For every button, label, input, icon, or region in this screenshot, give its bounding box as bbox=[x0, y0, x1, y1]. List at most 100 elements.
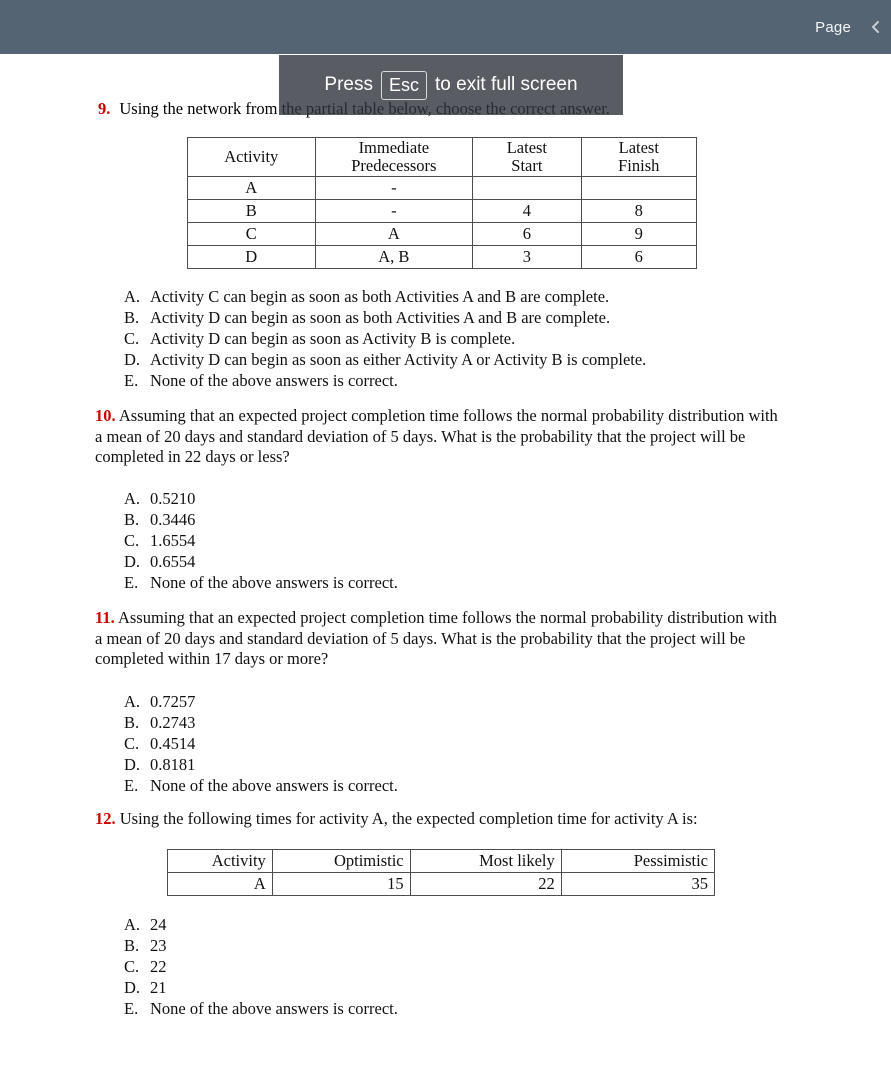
cell-optimistic: 15 bbox=[271, 872, 411, 896]
option-c[interactable]: C. 22 bbox=[124, 956, 398, 977]
option-d[interactable]: D. Activity D can begin as soon as eithe… bbox=[124, 349, 646, 370]
option-d-text: Activity D can begin as soon as either A… bbox=[150, 350, 647, 369]
th-activity: Activity bbox=[167, 849, 273, 873]
cell-latest-finish: 9 bbox=[580, 222, 698, 246]
page-label: Page bbox=[815, 18, 851, 36]
th-predecessors-line1: Immediate bbox=[358, 138, 430, 157]
option-e[interactable]: E. None of the above answers is correct. bbox=[124, 572, 398, 593]
option-d-letter: D. bbox=[124, 755, 141, 774]
option-c[interactable]: C. 0.4514 bbox=[124, 733, 398, 754]
option-e-letter: E. bbox=[124, 573, 139, 592]
esc-key-badge: Esc bbox=[380, 70, 427, 100]
question-12-options: A. 24 B. 23 C. 22 D. 21 E. None of the a… bbox=[124, 914, 398, 1019]
question-11-options: A. 0.7257 B. 0.2743 C. 0.4514 D. 0.8181 … bbox=[124, 691, 398, 796]
question-9-options: A. Activity C can begin as soon as both … bbox=[124, 286, 646, 391]
option-e-letter: E. bbox=[124, 776, 139, 795]
option-c-text: Activity D can begin as soon as Activity… bbox=[150, 329, 516, 348]
option-c[interactable]: C. 1.6554 bbox=[124, 530, 398, 551]
option-d[interactable]: D. 0.8181 bbox=[124, 754, 398, 775]
option-b[interactable]: B. 0.3446 bbox=[124, 509, 398, 530]
question-12-text: Using the following times for activity A… bbox=[119, 809, 698, 828]
option-c[interactable]: C. Activity D can begin as soon as Activ… bbox=[124, 328, 646, 349]
cell-predecessors: A bbox=[314, 222, 474, 246]
option-e[interactable]: E. None of the above answers is correct. bbox=[124, 775, 398, 796]
option-d[interactable]: D. 0.6554 bbox=[124, 551, 398, 572]
option-b-letter: B. bbox=[124, 713, 140, 732]
option-d-letter: D. bbox=[124, 552, 141, 571]
option-a[interactable]: A. Activity C can begin as soon as both … bbox=[124, 286, 646, 307]
option-e[interactable]: E. None of the above answers is correct. bbox=[124, 370, 646, 391]
option-b-text: 0.3446 bbox=[150, 510, 196, 529]
th-latest-finish-line1: Latest bbox=[618, 138, 659, 157]
cell-predecessors: - bbox=[314, 199, 474, 223]
cell-most-likely: 22 bbox=[409, 872, 562, 896]
th-latest-start-line2: Start bbox=[511, 156, 543, 175]
option-a-text: 24 bbox=[150, 915, 167, 934]
cell-predecessors: - bbox=[314, 176, 474, 200]
option-b-letter: B. bbox=[124, 936, 140, 955]
option-d-text: 21 bbox=[150, 978, 167, 997]
option-b[interactable]: B. 0.2743 bbox=[124, 712, 398, 733]
option-a-letter: A. bbox=[124, 287, 141, 306]
cell-activity: A bbox=[167, 872, 273, 896]
viewer-toolbar: Page bbox=[0, 0, 891, 54]
question-10-prompt: 10. Assuming that an expected project co… bbox=[95, 406, 785, 468]
question-12-number: 12. bbox=[95, 809, 116, 828]
option-e[interactable]: E. None of the above answers is correct. bbox=[124, 998, 398, 1019]
option-c-text: 22 bbox=[150, 957, 167, 976]
th-latest-finish-line2: Finish bbox=[618, 156, 660, 175]
cell-latest-start: 3 bbox=[472, 245, 582, 269]
th-pessimistic: Pessimistic bbox=[560, 849, 716, 873]
th-latest-start: Latest Start bbox=[472, 137, 582, 177]
option-a[interactable]: A. 0.5210 bbox=[124, 488, 398, 509]
table-row: C A 6 9 bbox=[187, 222, 698, 246]
option-b-text: 23 bbox=[150, 936, 167, 955]
question-10-options: A. 0.5210 B. 0.3446 C. 1.6554 D. 0.6554 … bbox=[124, 488, 398, 593]
option-d[interactable]: D. 21 bbox=[124, 977, 398, 998]
question-11-text: Assuming that an expected project comple… bbox=[95, 608, 777, 668]
option-c-text: 1.6554 bbox=[150, 531, 196, 550]
table-header-row: Activity Immediate Predecessors Latest S… bbox=[187, 137, 698, 177]
table-row: B - 4 8 bbox=[187, 199, 698, 223]
question-9-number: 9. bbox=[98, 99, 111, 118]
chevron-left-icon[interactable] bbox=[865, 14, 887, 40]
th-optimistic: Optimistic bbox=[271, 849, 411, 873]
option-a-text: 0.5210 bbox=[150, 489, 196, 508]
question-10-number: 10. bbox=[95, 406, 116, 425]
toast-prefix-text: Press bbox=[324, 74, 373, 95]
option-c-letter: C. bbox=[124, 531, 140, 550]
cell-latest-start: 6 bbox=[472, 222, 582, 246]
cell-latest-finish: 6 bbox=[580, 245, 698, 269]
th-activity: Activity bbox=[187, 137, 316, 177]
toast-suffix-text: to exit full screen bbox=[435, 74, 578, 95]
pert-table: Activity Optimistic Most likely Pessimis… bbox=[167, 849, 716, 896]
cell-predecessors: A, B bbox=[314, 245, 474, 269]
option-d-text: 0.6554 bbox=[150, 552, 196, 571]
option-c-text: 0.4514 bbox=[150, 734, 196, 753]
option-b-letter: B. bbox=[124, 308, 140, 327]
option-b[interactable]: B. Activity D can begin as soon as both … bbox=[124, 307, 646, 328]
option-a-text: Activity C can begin as soon as both Act… bbox=[150, 287, 610, 306]
table-row: A 15 22 35 bbox=[167, 872, 716, 896]
option-c-letter: C. bbox=[124, 734, 140, 753]
option-a-letter: A. bbox=[124, 915, 141, 934]
question-12-prompt: 12. Using the following times for activi… bbox=[95, 809, 785, 830]
cell-activity: C bbox=[187, 222, 316, 246]
th-most-likely: Most likely bbox=[409, 849, 562, 873]
option-e-letter: E. bbox=[124, 371, 139, 390]
option-d-letter: D. bbox=[124, 978, 141, 997]
option-a-letter: A. bbox=[124, 692, 141, 711]
option-b[interactable]: B. 23 bbox=[124, 935, 398, 956]
fullscreen-exit-toast: Press Esc to exit full screen bbox=[279, 55, 623, 115]
option-d-letter: D. bbox=[124, 350, 141, 369]
table-header-row: Activity Optimistic Most likely Pessimis… bbox=[167, 849, 716, 873]
option-a[interactable]: A. 0.7257 bbox=[124, 691, 398, 712]
option-a[interactable]: A. 24 bbox=[124, 914, 398, 935]
option-e-text: None of the above answers is correct. bbox=[150, 371, 398, 390]
option-c-letter: C. bbox=[124, 957, 140, 976]
cell-latest-finish: 8 bbox=[580, 199, 698, 223]
option-d-text: 0.8181 bbox=[150, 755, 196, 774]
question-11-prompt: 11. Assuming that an expected project co… bbox=[95, 608, 785, 670]
cell-pessimistic: 35 bbox=[560, 872, 716, 896]
activity-table: Activity Immediate Predecessors Latest S… bbox=[187, 137, 698, 269]
